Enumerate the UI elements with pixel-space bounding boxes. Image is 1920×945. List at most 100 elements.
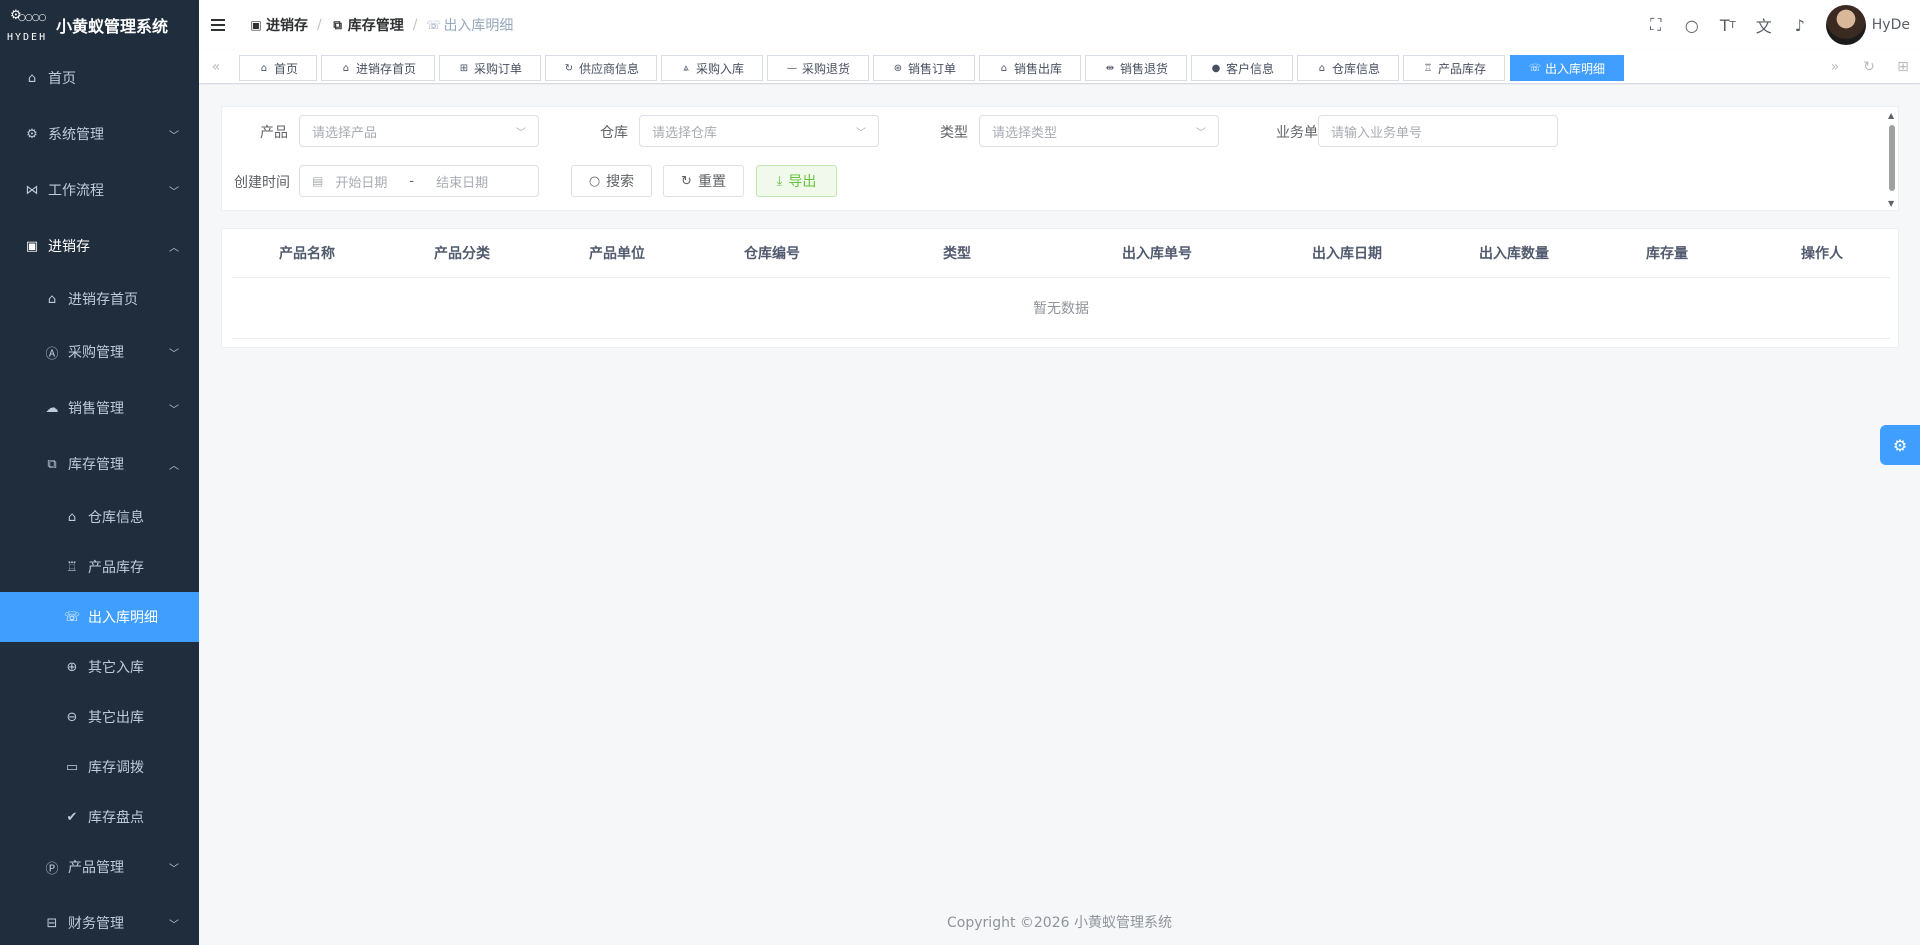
sidebar-item-system[interactable]: ⚙ 系统管理 ﹀ <box>0 106 199 162</box>
product-label: 产品 <box>260 125 288 141</box>
export-button[interactable]: ⤓ 导出 <box>756 165 837 197</box>
home-icon: ⌂ <box>260 62 268 74</box>
tab-label: 供应商信息 <box>578 61 639 76</box>
date-range-separator: - <box>409 173 415 189</box>
tab-inventory-home[interactable]: ⌂ 进销存首页 <box>321 55 435 81</box>
column-header: 出入库日期 <box>1312 246 1382 262</box>
warehouse-select[interactable]: 请选择仓库 ﹀ <box>639 115 879 147</box>
sidebar-item-stock[interactable]: ⧉ 库存管理 ︿ <box>0 439 199 489</box>
column-header: 操作人 <box>1801 246 1843 262</box>
bizno-input[interactable]: 请输入业务单号 <box>1318 115 1558 147</box>
sidebar-item-label: 销售管理 <box>68 401 124 417</box>
scroll-up-icon[interactable]: ▲ <box>1888 111 1894 120</box>
sidebar-item-inventory-home[interactable]: ⌂ 进销存首页 <box>0 274 199 324</box>
type-select[interactable]: 请选择类型 ﹀ <box>979 115 1219 147</box>
chevron-down-icon: ﹀ <box>516 127 526 139</box>
tab-supplier[interactable]: ↻ 供应商信息 <box>545 55 657 81</box>
column-header: 出入库单号 <box>1122 246 1192 262</box>
stock-detail-icon: ☏ <box>1528 62 1542 74</box>
reset-button-label: 重置 <box>697 174 726 190</box>
cloud-icon: ☁ <box>45 400 59 416</box>
breadcrumb-item[interactable]: ⧉ 库存管理 <box>331 15 403 35</box>
tab-purchase-order[interactable]: ⊞ 采购订单 <box>439 55 541 81</box>
search-icon: ○ <box>588 173 601 189</box>
navbar: ▣ 进销存 / ⧉ 库存管理 / ☏ 出入库明细 ⛶ ○ TT 文 ♪ HyDe <box>199 0 1920 50</box>
sidebar-item-purchase[interactable]: Ⓐ 采购管理 ﹀ <box>0 327 199 377</box>
sidebar-item-label: 其它入库 <box>88 660 144 676</box>
sidebar-item-product-stock[interactable]: ♖ 产品库存 <box>0 542 199 592</box>
calendar-icon: ▤ <box>312 174 324 188</box>
chevron-down-icon: ﹀ <box>856 127 866 139</box>
chevron-down-icon: ﹀ <box>169 130 179 142</box>
chevron-down-icon: ﹀ <box>169 404 179 416</box>
sidebar-item-finance[interactable]: ⊟ 财务管理 ﹀ <box>0 898 199 945</box>
sidebar-item-other-in[interactable]: ⊕ 其它入库 <box>0 642 199 692</box>
column-header: 仓库编号 <box>744 246 800 262</box>
refresh-icon[interactable]: ↻ <box>1852 50 1886 84</box>
tab-label: 采购退货 <box>801 61 850 76</box>
tab-home[interactable]: ⌂ 首页 <box>239 55 317 81</box>
sidebar-item-product[interactable]: Ⓟ 产品管理 ﹀ <box>0 842 199 892</box>
logo-word: HYDEH <box>7 32 48 43</box>
date-range-picker[interactable]: ▤ 开始日期 - 结束日期 <box>299 165 539 197</box>
chevron-down-icon: ﹀ <box>169 348 179 360</box>
sidebar-item-label: 采购管理 <box>68 345 124 361</box>
font-size-icon[interactable]: TT <box>1710 0 1746 50</box>
chevron-up-icon: ︿ <box>169 242 179 254</box>
sidebar-item-warehouse[interactable]: ⌂ 仓库信息 <box>0 492 199 542</box>
cup-icon: ♖ <box>1423 62 1433 74</box>
tab-sales-out[interactable]: ⌂ 销售出库 <box>979 55 1081 81</box>
scroll-thumb[interactable] <box>1889 125 1895 191</box>
sidebar-item-label: 仓库信息 <box>88 510 144 526</box>
basketball-icon: ⊛ <box>893 62 903 74</box>
empty-text: 暂无数据 <box>1033 301 1089 317</box>
tab-stock-detail[interactable]: ☏ 出入库明细 <box>1510 55 1624 81</box>
user-name[interactable]: HyDe <box>1872 17 1910 33</box>
tags-view: « ⌂ 首页 ⌂ 进销存首页 ⊞ 采购订单 ↻ 供应商信息 ⩓ 采购入库 — 采购退货 ⊛ 销… <box>199 50 1920 84</box>
start-date-placeholder: 开始日期 <box>335 175 388 191</box>
sidebar: ⚙ ○○○○ HYDEH 小黄蚁管理系统 ⌂ 首页 ⚙ 系统管理 ﹀ ⋈ 工作流… <box>0 0 199 945</box>
sidebar-item-stocktake[interactable]: ✔ 库存盘点 <box>0 792 199 842</box>
grid-menu-icon[interactable]: ⊞ <box>1886 50 1920 84</box>
sidebar-item-inventory[interactable]: ▣ 进销存 ︿ <box>0 218 199 274</box>
double-chevron-right-icon[interactable]: » <box>1818 50 1852 84</box>
settings-gear-button[interactable]: ⚙ <box>1880 425 1920 465</box>
reset-button[interactable]: ↻ 重置 <box>663 165 744 197</box>
scroll-down-icon[interactable]: ▼ <box>1888 199 1894 208</box>
logo[interactable]: ⚙ ○○○○ HYDEH 小黄蚁管理系统 <box>0 0 199 50</box>
tab-sales-order[interactable]: ⊛ 销售订单 <box>873 55 975 81</box>
finance-icon: ⊟ <box>46 915 58 931</box>
sidebar-item-workflow[interactable]: ⋈ 工作流程 ﹀ <box>0 162 199 218</box>
fullscreen-icon[interactable]: ⛶ <box>1638 0 1674 50</box>
column-header: 产品单位 <box>589 246 645 262</box>
tab-purchase-in[interactable]: ⩓ 采购入库 <box>661 55 763 81</box>
column-header: 类型 <box>943 246 971 262</box>
cup-icon: ♖ <box>66 559 78 575</box>
product-select[interactable]: 请选择产品 ﹀ <box>299 115 539 147</box>
translate-icon[interactable]: 文 <box>1746 0 1782 50</box>
sidebar-item-transfer[interactable]: ▭ 库存调拨 <box>0 742 199 792</box>
refresh-icon: ↻ <box>564 62 574 74</box>
product-icon: Ⓟ <box>45 861 59 877</box>
search-icon[interactable]: ○ <box>1674 0 1710 50</box>
breadcrumb-item[interactable]: ▣ 进销存 <box>249 15 308 35</box>
tab-purchase-return[interactable]: — 采购退货 <box>767 55 869 81</box>
sidebar-item-sales[interactable]: ☁ 销售管理 ﹀ <box>0 383 199 433</box>
check-circle-icon: ✔ <box>66 809 78 825</box>
tab-warehouse[interactable]: ⌂ 仓库信息 <box>1297 55 1399 81</box>
tab-product-stock[interactable]: ♖ 产品库存 <box>1403 55 1505 81</box>
hamburger-icon[interactable] <box>211 15 231 35</box>
sidebar-item-other-out[interactable]: ⊖ 其它出库 <box>0 692 199 742</box>
double-chevron-left-icon[interactable]: « <box>199 50 233 84</box>
grid-icon: ⊞ <box>459 62 469 74</box>
avatar[interactable] <box>1825 5 1866 45</box>
data-table: 产品名称 产品分类 产品单位 仓库编号 类型 出入库单号 出入库日期 出入库数量… <box>221 228 1899 348</box>
sidebar-item-home[interactable]: ⌂ 首页 <box>0 50 199 106</box>
bell-icon[interactable]: ♪ <box>1782 0 1818 50</box>
scrollbar[interactable]: ▲ ▼ <box>1888 111 1896 208</box>
search-button[interactable]: ○ 搜索 <box>571 165 652 197</box>
sidebar-item-stock-detail[interactable]: ☏ 出入库明细 <box>0 592 199 642</box>
column-header: 出入库数量 <box>1479 246 1549 262</box>
tab-customer[interactable]: ● 客户信息 <box>1191 55 1293 81</box>
tab-sales-return[interactable]: ⇹ 销售退货 <box>1085 55 1187 81</box>
